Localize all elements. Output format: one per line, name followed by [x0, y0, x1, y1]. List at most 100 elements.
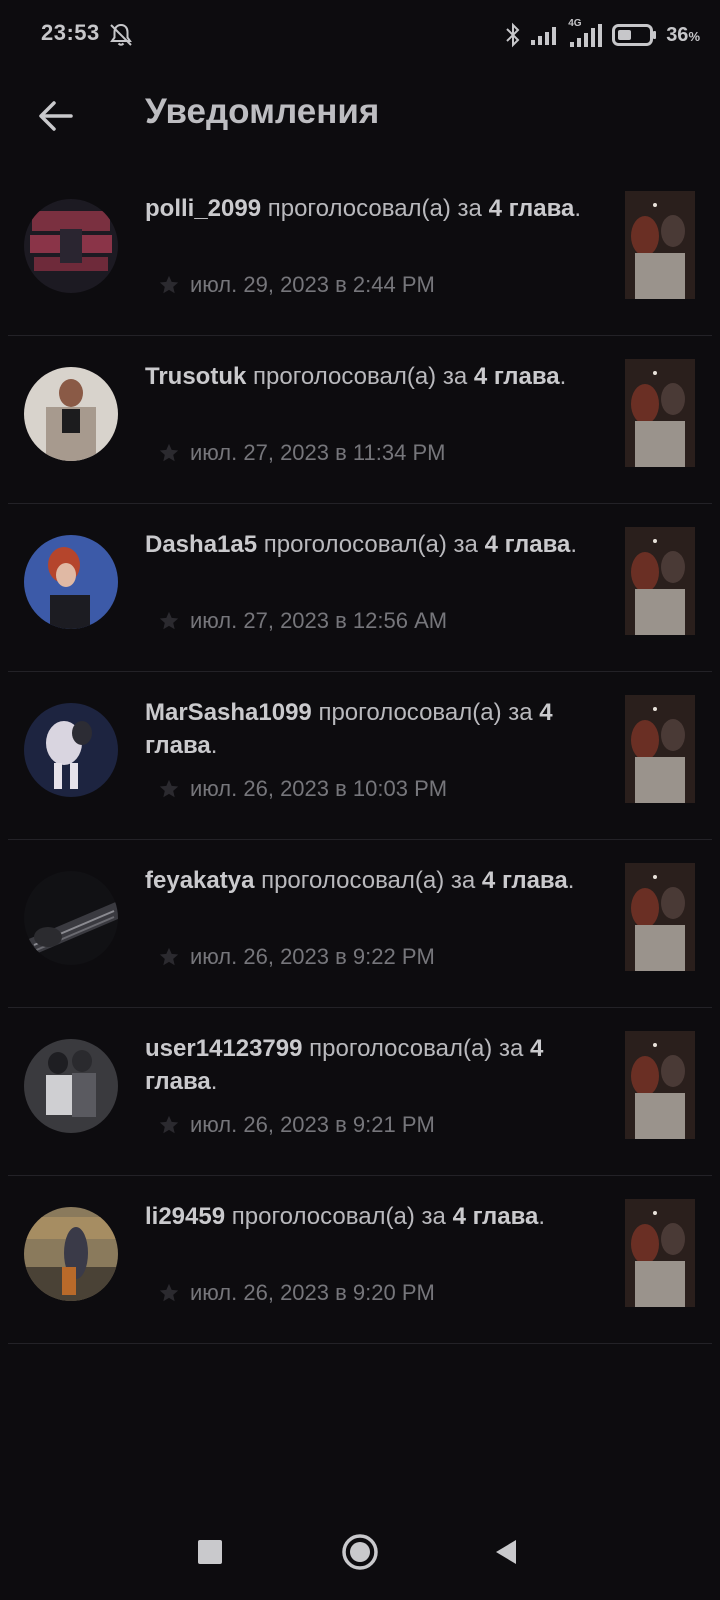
- end-text: .: [574, 195, 582, 222]
- end-text: .: [567, 867, 575, 894]
- avatar[interactable]: [24, 199, 118, 293]
- cover-image: [625, 863, 695, 971]
- end-text: .: [538, 1203, 546, 1230]
- notification-text: Trusotuk проголосовал(а) за 4 глава.: [145, 360, 605, 393]
- signal-4g-icon: 4G: [568, 18, 604, 48]
- back-triangle-icon: [496, 1540, 516, 1564]
- notification-text: MarSasha1099 проголосовал(а) за 4 глава.: [145, 696, 605, 762]
- notification-item[interactable]: li29459 проголосовал(а) за 4 глава. июл.…: [8, 1176, 712, 1344]
- notification-meta: июл. 26, 2023 в 9:20 PM: [158, 1276, 435, 1310]
- timestamp: июл. 29, 2023 в 2:44 PM: [190, 272, 435, 297]
- cover-image: [625, 359, 695, 467]
- story-cover[interactable]: [625, 1199, 695, 1307]
- username-link[interactable]: user14123799: [145, 1035, 302, 1062]
- signal-icon: [531, 27, 557, 45]
- story-cover[interactable]: [625, 695, 695, 803]
- action-text: проголосовал(а) за: [246, 363, 474, 390]
- system-nav-bar: [0, 1510, 720, 1600]
- notification-item[interactable]: user14123799 проголосовал(а) за 4 глава.…: [8, 1008, 712, 1176]
- chapter-link[interactable]: 4 глава: [482, 867, 568, 894]
- notification-text: user14123799 проголосовал(а) за 4 глава.: [145, 1032, 605, 1098]
- arrow-left-icon: [39, 101, 73, 131]
- status-time: 23:53: [41, 20, 100, 45]
- back-nav-button[interactable]: [476, 1524, 536, 1580]
- avatar[interactable]: [24, 1039, 118, 1133]
- end-text: .: [559, 363, 567, 390]
- timestamp: июл. 26, 2023 в 9:22 PM: [190, 944, 435, 969]
- bluetooth-icon: [506, 22, 520, 48]
- cover-image: [625, 1031, 695, 1139]
- action-text: проголосовал(а) за: [302, 1035, 530, 1062]
- chapter-link[interactable]: 4 глава: [489, 195, 575, 222]
- username-link[interactable]: Trusotuk: [145, 363, 246, 390]
- home-button[interactable]: [330, 1524, 390, 1580]
- action-text: проголосовал(а) за: [254, 867, 482, 894]
- page-title: Уведомления: [145, 92, 380, 131]
- home-circle-icon: [342, 1534, 378, 1570]
- status-icons: 4G 36%: [504, 18, 700, 50]
- avatar-image: [24, 703, 118, 797]
- status-bar: 23:53 4G 36%: [0, 0, 720, 72]
- battery-icon: [612, 24, 657, 46]
- notification-item[interactable]: MarSasha1099 проголосовал(а) за 4 глава.…: [8, 672, 712, 840]
- star-icon: [159, 779, 179, 798]
- story-cover[interactable]: [625, 191, 695, 299]
- timestamp: июл. 27, 2023 в 11:34 PM: [190, 440, 446, 465]
- story-cover[interactable]: [625, 527, 695, 635]
- notification-item[interactable]: feyakatya проголосовал(а) за 4 глава. ию…: [8, 840, 712, 1008]
- recents-button[interactable]: [180, 1524, 240, 1580]
- cover-image: [625, 1199, 695, 1307]
- avatar[interactable]: [24, 367, 118, 461]
- end-text: .: [210, 1068, 218, 1095]
- avatar[interactable]: [24, 535, 118, 629]
- timestamp: июл. 26, 2023 в 9:21 PM: [190, 1112, 435, 1137]
- username-link[interactable]: feyakatya: [145, 867, 254, 894]
- story-cover[interactable]: [625, 863, 695, 971]
- avatar-image: [24, 535, 118, 629]
- notification-meta: июл. 27, 2023 в 12:56 AM: [158, 604, 447, 638]
- star-icon: [159, 275, 179, 294]
- star-icon: [159, 947, 179, 966]
- back-button[interactable]: [30, 90, 82, 142]
- avatar-image: [24, 871, 118, 965]
- notification-text: li29459 проголосовал(а) за 4 глава.: [145, 1200, 605, 1233]
- timestamp: июл. 26, 2023 в 9:20 PM: [190, 1280, 435, 1305]
- star-icon: [159, 611, 179, 630]
- chapter-link[interactable]: 4 глава: [453, 1203, 539, 1230]
- avatar-image: [24, 199, 118, 293]
- notification-text: polli_2099 проголосовал(а) за 4 глава.: [145, 192, 605, 225]
- avatar[interactable]: [24, 1207, 118, 1301]
- avatar-image: [24, 1039, 118, 1133]
- notification-meta: июл. 26, 2023 в 9:22 PM: [158, 940, 435, 974]
- action-text: проголосовал(а) за: [261, 195, 489, 222]
- avatar[interactable]: [24, 703, 118, 797]
- notification-text: Dasha1a5 проголосовал(а) за 4 глава.: [145, 528, 605, 561]
- action-text: проголосовал(а) за: [257, 531, 485, 558]
- recents-square-icon: [198, 1540, 222, 1564]
- star-icon: [159, 1283, 179, 1302]
- notification-text: feyakatya проголосовал(а) за 4 глава.: [145, 864, 605, 897]
- cover-image: [625, 695, 695, 803]
- star-icon: [159, 1115, 179, 1134]
- end-text: .: [570, 531, 578, 558]
- action-text: проголосовал(а) за: [311, 699, 540, 726]
- end-text: .: [210, 732, 218, 759]
- notification-item[interactable]: Dasha1a5 проголосовал(а) за 4 глава. июл…: [8, 504, 712, 672]
- username-link[interactable]: Dasha1a5: [145, 531, 257, 558]
- notification-item[interactable]: polli_2099 проголосовал(а) за 4 глава. и…: [8, 168, 712, 336]
- story-cover[interactable]: [625, 1031, 695, 1139]
- cover-image: [625, 191, 695, 299]
- avatar[interactable]: [24, 871, 118, 965]
- notification-meta: июл. 29, 2023 в 2:44 PM: [158, 268, 435, 302]
- username-link[interactable]: MarSasha1099: [145, 699, 312, 726]
- username-link[interactable]: li29459: [145, 1203, 225, 1230]
- chapter-link[interactable]: 4 глава: [474, 363, 560, 390]
- notification-meta: июл. 26, 2023 в 10:03 PM: [158, 772, 447, 806]
- username-link[interactable]: polli_2099: [145, 195, 261, 222]
- bell-muted-icon: [110, 23, 132, 46]
- chapter-link[interactable]: 4 глава: [485, 531, 571, 558]
- story-cover[interactable]: [625, 359, 695, 467]
- action-text: проголосовал(а) за: [225, 1203, 453, 1230]
- timestamp: июл. 26, 2023 в 10:03 PM: [190, 776, 448, 801]
- notification-item[interactable]: Trusotuk проголосовал(а) за 4 глава. июл…: [8, 336, 712, 504]
